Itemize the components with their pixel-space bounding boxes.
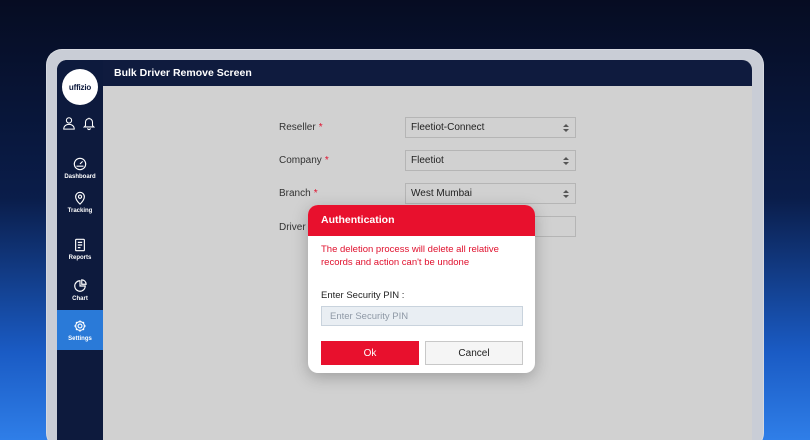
- speedometer-icon: [73, 157, 87, 170]
- select-arrows-icon: [563, 190, 569, 198]
- sidebar-item-chart[interactable]: Chart: [57, 270, 103, 310]
- reseller-label: Reseller *: [279, 122, 323, 133]
- sidebar-item-reports[interactable]: Reports: [57, 229, 103, 269]
- modal-warning-message: The deletion process will delete all rel…: [321, 244, 499, 268]
- select-arrows-icon: [563, 124, 569, 132]
- sidebar-item-label: Chart: [72, 295, 88, 302]
- gear-icon: [74, 319, 86, 332]
- page-title: Bulk Driver Remove Screen: [103, 60, 752, 86]
- driver-label: Driver: [279, 222, 306, 233]
- required-marker: *: [313, 188, 318, 199]
- modal-title: Authentication: [308, 205, 535, 236]
- map-pin-icon: [75, 191, 85, 205]
- app-logo[interactable]: uffizio: [62, 69, 98, 105]
- bell-icon[interactable]: [82, 115, 96, 131]
- top-icons: [62, 115, 96, 131]
- sidebar-item-label: Tracking: [67, 207, 93, 214]
- required-marker: *: [318, 122, 323, 133]
- branch-select[interactable]: West Mumbai: [405, 183, 576, 204]
- sidebar-item-label: Settings: [68, 335, 92, 342]
- branch-label: Branch *: [279, 188, 318, 199]
- sidebar: uffizio Dashboard Tracking Reports Chart…: [57, 60, 103, 440]
- select-arrows-icon: [563, 157, 569, 165]
- cancel-button[interactable]: Cancel: [425, 341, 523, 365]
- sidebar-item-label: Dashboard: [64, 173, 96, 180]
- reseller-select[interactable]: Fleetiot-Connect: [405, 117, 576, 138]
- sidebar-item-tracking[interactable]: Tracking: [57, 182, 103, 222]
- company-label: Company *: [279, 155, 329, 166]
- document-icon: [75, 238, 85, 251]
- sidebar-item-settings[interactable]: Settings: [57, 310, 103, 350]
- company-select[interactable]: Fleetiot: [405, 150, 576, 171]
- pie-chart-icon: [74, 278, 87, 292]
- authentication-modal: Authentication The deletion process will…: [308, 205, 535, 373]
- user-icon[interactable]: [62, 115, 76, 131]
- pin-label: Enter Security PIN :: [321, 290, 405, 301]
- security-pin-input[interactable]: [321, 306, 523, 326]
- required-marker: *: [324, 155, 329, 166]
- sidebar-item-label: Reports: [68, 254, 92, 261]
- ok-button[interactable]: Ok: [321, 341, 419, 365]
